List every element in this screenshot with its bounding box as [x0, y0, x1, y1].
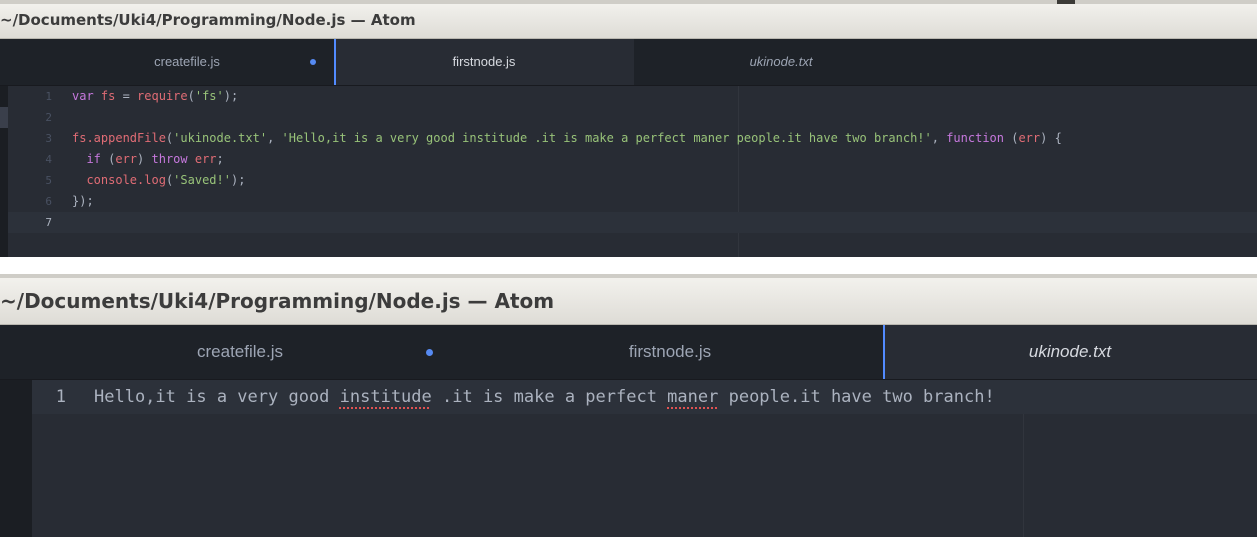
atom-editor: createfile.js firstnode.js ukinode.txt 1…	[0, 39, 1257, 257]
tab-firstnode[interactable]: firstnode.js	[334, 39, 634, 85]
identifier: err	[187, 152, 217, 166]
identifier: console.log	[86, 173, 166, 187]
window-title: ~/Documents/Uki4/Programming/Node.js — A…	[0, 11, 416, 29]
code-line-1: var fs = require('fs');	[72, 86, 1257, 107]
text-segment: Hello,it is a very good	[94, 387, 340, 407]
cursor-line	[60, 212, 1257, 233]
line-number: 2	[45, 111, 52, 124]
keyword: throw	[151, 152, 188, 166]
line-number-current: 7	[45, 216, 52, 229]
punctuation: });	[72, 194, 94, 208]
punctuation: ) {	[1040, 131, 1062, 145]
tab-createfile[interactable]: createfile.js	[40, 325, 440, 379]
line-number: 4	[45, 153, 52, 166]
keyword: function	[946, 131, 1004, 145]
identifier: fs	[93, 89, 123, 103]
code-line-5: console.log('Saved!');	[72, 170, 1257, 191]
tab-label: firstnode.js	[452, 54, 516, 69]
string-literal: 'Hello,it is a very good institude .it i…	[281, 131, 932, 145]
tab-ukinode[interactable]: ukinode.txt	[883, 325, 1257, 379]
punctuation: ,	[931, 131, 947, 145]
text-area[interactable]: Hello,it is a very good institude .it is…	[80, 380, 1257, 537]
atom-editor: createfile.js firstnode.js ukinode.txt 1…	[0, 325, 1257, 537]
line-number: 5	[45, 174, 52, 187]
punctuation: (	[100, 152, 116, 166]
line-number: 3	[45, 132, 52, 145]
string-literal: 'Saved!'	[173, 173, 231, 187]
tab-bar: createfile.js firstnode.js ukinode.txt	[0, 39, 1257, 86]
punctuation: ;	[216, 152, 224, 166]
tab-label: createfile.js	[197, 342, 283, 361]
line-number-gutter: 1	[0, 380, 80, 537]
code-line-6: });	[72, 191, 1257, 212]
tab-label: firstnode.js	[628, 342, 712, 361]
code-line-3: fs.appendFile ( 'ukinode.txt', 'Hello,it i…	[72, 128, 1257, 149]
misspelled-word[interactable]: maner	[667, 387, 718, 407]
window-titlebar: ~/Documents/Uki4/Programming/Node.js — A…	[0, 274, 1257, 325]
text-segment: people.it have two branch!	[718, 387, 995, 407]
code-line-4: if (err) throw err;	[72, 149, 1257, 170]
parameter: err	[1018, 131, 1041, 145]
punctuation: );	[230, 173, 246, 187]
misspelled-word[interactable]: institude	[340, 387, 432, 407]
tab-label: createfile.js	[154, 54, 220, 69]
tab-ukinode[interactable]: ukinode.txt	[636, 39, 926, 85]
keyword: if	[86, 152, 101, 166]
keyword: var	[72, 89, 94, 103]
window-titlebar: ~/Documents/Uki4/Programming/Node.js — A…	[0, 0, 1257, 39]
punctuation: )	[137, 152, 152, 166]
tab-bar: createfile.js firstnode.js ukinode.txt	[0, 325, 1257, 380]
line-number-gutter: 1 2 3 4 5 6 7	[0, 86, 60, 257]
operator: =	[122, 89, 138, 103]
titlebar-mark	[1057, 0, 1075, 4]
tab-firstnode[interactable]: firstnode.js	[460, 325, 880, 379]
tab-label: ukinode.txt	[749, 54, 813, 69]
identifier: fs.appendFile	[72, 131, 166, 145]
string-literal: 'ukinode.txt'	[173, 131, 268, 145]
tab-createfile[interactable]: createfile.js	[42, 39, 332, 85]
punctuation: (	[187, 89, 195, 103]
punctuation: );	[223, 89, 239, 103]
code-area[interactable]: var fs = require('fs'); fs.appendFile('u…	[60, 86, 1257, 257]
identifier: err	[115, 152, 138, 166]
function-name: require	[137, 89, 188, 103]
screenshot-firstnode: ~/Documents/Uki4/Programming/Node.js — A…	[0, 0, 1257, 257]
line-number: 1	[45, 90, 52, 103]
text-line-1: Hello,it is a very good institude .it is…	[80, 380, 1257, 414]
string-literal: 'fs'	[194, 89, 224, 103]
line-number-current: 1	[55, 387, 66, 407]
text-segment: .it is make a perfect	[431, 387, 668, 407]
modified-dot-icon	[426, 349, 433, 356]
punctuation: ,	[267, 131, 282, 145]
screenshot-ukinode: ~/Documents/Uki4/Programming/Node.js — A…	[0, 274, 1257, 537]
modified-dot-icon	[310, 59, 316, 65]
line-number: 6	[45, 195, 52, 208]
window-title: ~/Documents/Uki4/Programming/Node.js — A…	[0, 289, 555, 313]
punctuation: (	[1004, 131, 1019, 145]
tab-label: ukinode.txt	[1028, 342, 1112, 361]
